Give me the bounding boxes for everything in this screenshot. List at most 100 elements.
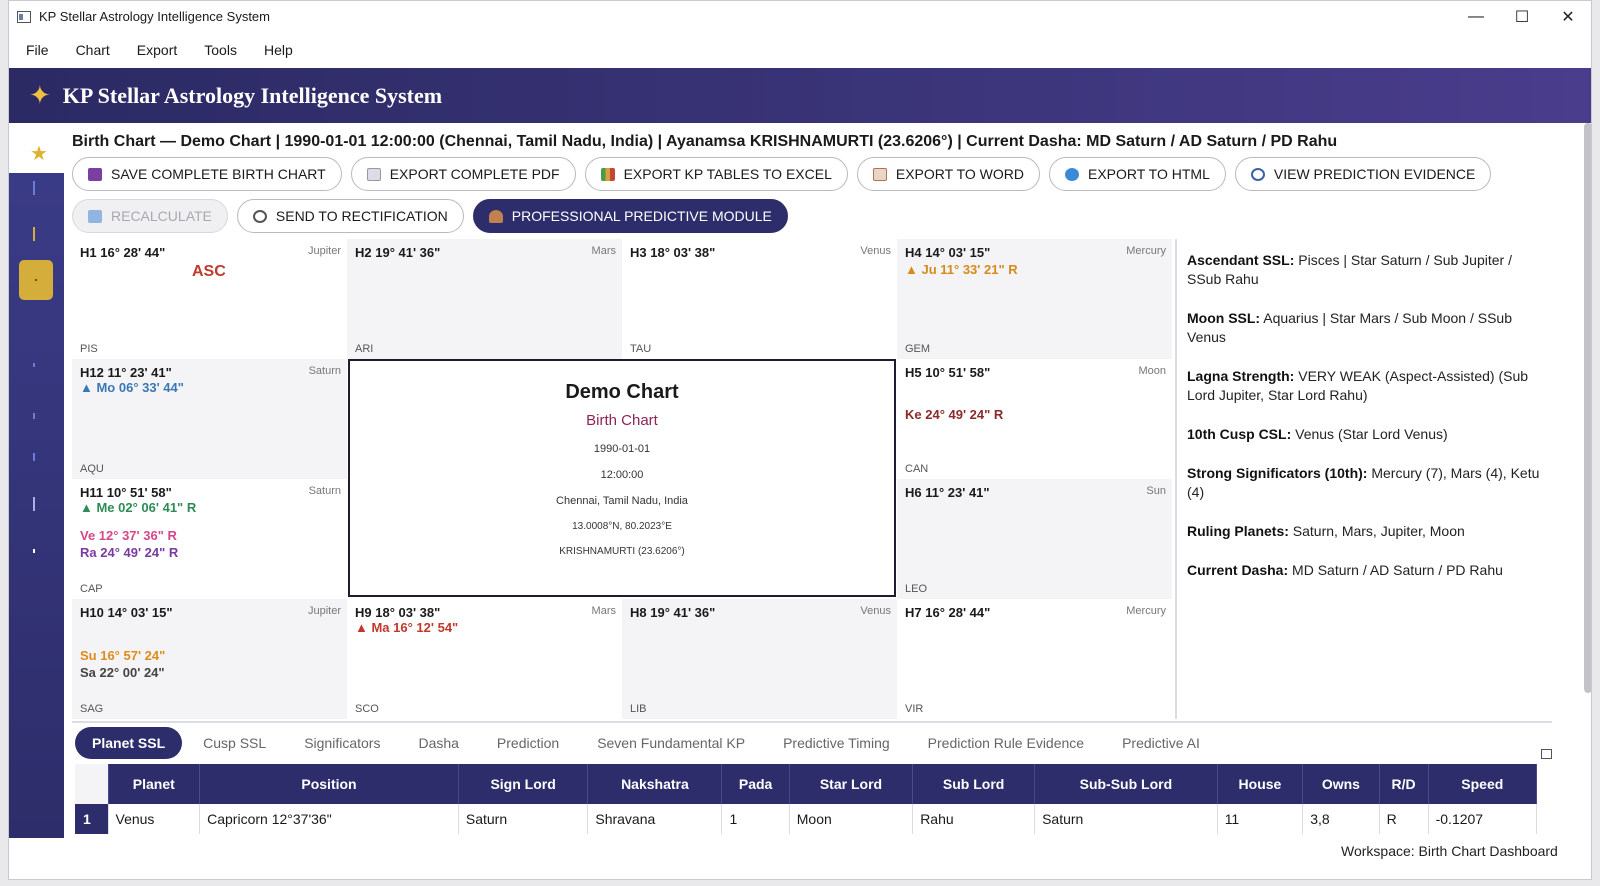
astrologer-icon bbox=[488, 209, 503, 223]
main-content: Birth Chart — Demo Chart | 1990-01-01 12… bbox=[72, 123, 1552, 841]
tab-seven-fundamental-kp[interactable]: Seven Fundamental KP bbox=[580, 727, 762, 759]
house-cell-h12[interactable]: H12 11° 23' 41" Saturn ▲ Mo 06° 33' 44" … bbox=[72, 359, 347, 479]
menu-export[interactable]: Export bbox=[127, 42, 187, 58]
col-nakshatra[interactable]: Nakshatra bbox=[587, 764, 723, 804]
status-bar: Workspace: Birth Chart Dashboard bbox=[1335, 841, 1564, 861]
maximize-icon[interactable]: ☐ bbox=[1499, 1, 1545, 32]
star-logo-icon: ✦ bbox=[29, 80, 51, 110]
col-owns[interactable]: Owns bbox=[1302, 764, 1380, 804]
planet-saturn: Sa 22° 00' 24" bbox=[80, 665, 165, 680]
center-chart-subtitle: Birth Chart bbox=[586, 412, 658, 429]
background-window-strip bbox=[0, 90, 8, 870]
tab-planet-ssl[interactable]: Planet SSL bbox=[75, 727, 183, 759]
tab-predictive-ai[interactable]: Predictive AI bbox=[1105, 727, 1217, 759]
window-title: KP Stellar Astrology Intelligence System bbox=[39, 9, 270, 24]
export-excel-button[interactable]: EXPORT KP TABLES TO EXCEL bbox=[584, 157, 848, 191]
center-time: 12:00:00 bbox=[600, 469, 644, 481]
professional-predictive-module-button[interactable]: PROFESSIONAL PREDICTIVE MODULE bbox=[472, 199, 788, 233]
ascendant-marker: ASC bbox=[192, 263, 226, 280]
planet-jupiter: ▲ Ju 11° 33' 21" R bbox=[905, 262, 1018, 277]
planet-moon: ▲ Mo 06° 33' 44" bbox=[80, 380, 184, 395]
tab-cusp-ssl[interactable]: Cusp SSL bbox=[186, 727, 283, 759]
col-sign-lord[interactable]: Sign Lord bbox=[458, 764, 589, 804]
header-banner: ✦ KP Stellar Astrology Intelligence Syst… bbox=[9, 68, 1591, 123]
close-icon[interactable]: ✕ bbox=[1545, 1, 1591, 32]
document-edit-icon bbox=[872, 167, 887, 181]
star-icon[interactable]: ★ bbox=[30, 141, 48, 166]
export-pdf-button[interactable]: EXPORT COMPLETE PDF bbox=[350, 157, 576, 191]
sidebar-item-1[interactable] bbox=[33, 181, 35, 195]
bar-chart-icon bbox=[600, 167, 615, 181]
tab-prediction-rule-evidence[interactable]: Prediction Rule Evidence bbox=[911, 727, 1101, 759]
summary-panel: Ascendant SSL: Pisces | Star Saturn / Su… bbox=[1175, 239, 1555, 719]
house-cell-h11[interactable]: H11 10° 51' 58" Saturn ▲ Me 02° 06' 41" … bbox=[72, 479, 347, 599]
menu-file[interactable]: File bbox=[16, 42, 59, 58]
tab-predictive-timing[interactable]: Predictive Timing bbox=[766, 727, 907, 759]
col-star-lord[interactable]: Star Lord bbox=[789, 764, 914, 804]
tab-significators[interactable]: Significators bbox=[287, 727, 397, 759]
row-number-header bbox=[75, 764, 109, 804]
menu-tools[interactable]: Tools bbox=[194, 42, 247, 58]
house-cell-h5[interactable]: H5 10° 51' 58" Moon Ke 24° 49' 24" R CAN bbox=[897, 359, 1172, 479]
sidebar-item-7[interactable] bbox=[33, 497, 35, 511]
house-cell-h6[interactable]: H6 11° 23' 41" Sun LEO bbox=[897, 479, 1172, 599]
sidebar-item-8[interactable] bbox=[33, 549, 35, 553]
house-cell-h4[interactable]: H4 14° 03' 15" Mercury ▲ Ju 11° 33' 21" … bbox=[897, 239, 1172, 359]
app-icon bbox=[17, 10, 31, 23]
sidebar-item-6[interactable] bbox=[33, 453, 35, 461]
sidebar-item-4[interactable] bbox=[33, 363, 35, 367]
col-pada[interactable]: Pada bbox=[721, 764, 790, 804]
sidebar-item-2[interactable] bbox=[33, 227, 35, 241]
popout-icon[interactable] bbox=[1541, 749, 1552, 759]
house-cell-h7[interactable]: H7 16° 28' 44" Mercury VIR bbox=[897, 599, 1172, 719]
col-planet[interactable]: Planet bbox=[108, 764, 201, 804]
chart-center-panel: Demo Chart Birth Chart 1990-01-01 12:00:… bbox=[348, 359, 896, 597]
vertical-scrollbar[interactable] bbox=[1584, 123, 1591, 693]
house-cell-h1[interactable]: H1 16° 28' 44" Jupiter ASC PIS bbox=[72, 239, 347, 359]
summary-lagna-strength: Lagna Strength: VERY WEAK (Aspect-Assist… bbox=[1187, 368, 1529, 403]
view-prediction-evidence-button[interactable]: VIEW PREDICTION EVIDENCE bbox=[1234, 157, 1492, 191]
export-word-button[interactable]: EXPORT TO WORD bbox=[856, 157, 1040, 191]
floppy-disk-icon bbox=[88, 167, 102, 181]
globe-icon bbox=[1064, 167, 1079, 181]
planet-venus: Ve 12° 37' 36" R bbox=[80, 528, 177, 543]
sidebar-item-active[interactable] bbox=[19, 260, 53, 300]
col-house[interactable]: House bbox=[1217, 764, 1304, 804]
export-html-button[interactable]: EXPORT TO HTML bbox=[1048, 157, 1226, 191]
col-speed[interactable]: Speed bbox=[1428, 764, 1538, 804]
sidebar: ★ bbox=[9, 123, 64, 838]
menu-help[interactable]: Help bbox=[254, 42, 303, 58]
stopwatch-icon bbox=[252, 209, 267, 223]
center-place: Chennai, Tamil Nadu, India bbox=[556, 495, 688, 507]
menu-chart[interactable]: Chart bbox=[66, 42, 120, 58]
planet-mars: ▲ Ma 16° 12' 54" bbox=[355, 620, 459, 635]
planet-ssl-table: Planet Position Sign Lord Nakshatra Pada… bbox=[75, 764, 1538, 834]
house-cell-h8[interactable]: H8 19° 41' 36" Venus LIB bbox=[622, 599, 897, 719]
house-cell-h2[interactable]: H2 19° 41' 36" Mars ARI bbox=[347, 239, 622, 359]
col-rd[interactable]: R/D bbox=[1379, 764, 1429, 804]
planet-ketu: Ke 24° 49' 24" R bbox=[905, 407, 1004, 422]
sidebar-item-5[interactable] bbox=[33, 413, 35, 419]
center-date: 1990-01-01 bbox=[593, 443, 651, 455]
tab-prediction[interactable]: Prediction bbox=[480, 727, 576, 759]
app-window: KP Stellar Astrology Intelligence System… bbox=[8, 0, 1592, 880]
col-position[interactable]: Position bbox=[199, 764, 459, 804]
planet-mercury: ▲ Me 02° 06' 41" R bbox=[80, 500, 197, 515]
tab-dasha[interactable]: Dasha bbox=[401, 727, 475, 759]
detail-tabs: Planet SSL Cusp SSL Significators Dasha … bbox=[72, 721, 1552, 763]
send-to-rectification-button[interactable]: SEND TO RECTIFICATION bbox=[236, 199, 464, 233]
house-cell-h3[interactable]: H3 18° 03' 38" Venus TAU bbox=[622, 239, 897, 359]
recalculate-button[interactable]: RECALCULATE bbox=[72, 199, 228, 233]
col-sub-sub-lord[interactable]: Sub-Sub Lord bbox=[1034, 764, 1218, 804]
col-sub-lord[interactable]: Sub Lord bbox=[912, 764, 1036, 804]
save-birth-chart-button[interactable]: SAVE COMPLETE BIRTH CHART bbox=[72, 157, 342, 191]
house-cell-h9[interactable]: H9 18° 03' 38" Mars ▲ Ma 16° 12' 54" SCO bbox=[347, 599, 622, 719]
toolbar-row-2: RECALCULATE SEND TO RECTIFICATION PROFES… bbox=[72, 199, 788, 233]
minimize-icon[interactable]: — bbox=[1453, 1, 1499, 32]
menu-bar: File Chart Export Tools Help bbox=[9, 32, 1591, 67]
summary-ruling-planets: Ruling Planets: Saturn, Mars, Jupiter, M… bbox=[1187, 523, 1465, 539]
document-icon bbox=[366, 167, 381, 181]
house-cell-h10[interactable]: H10 14° 03' 15" Jupiter Su 16° 57' 24" S… bbox=[72, 599, 347, 719]
center-coordinates: 13.0008°N, 80.2023°E bbox=[572, 521, 672, 532]
table-row[interactable]: 1 Venus Capricorn 12°37'36" Saturn Shrav… bbox=[75, 804, 1538, 834]
